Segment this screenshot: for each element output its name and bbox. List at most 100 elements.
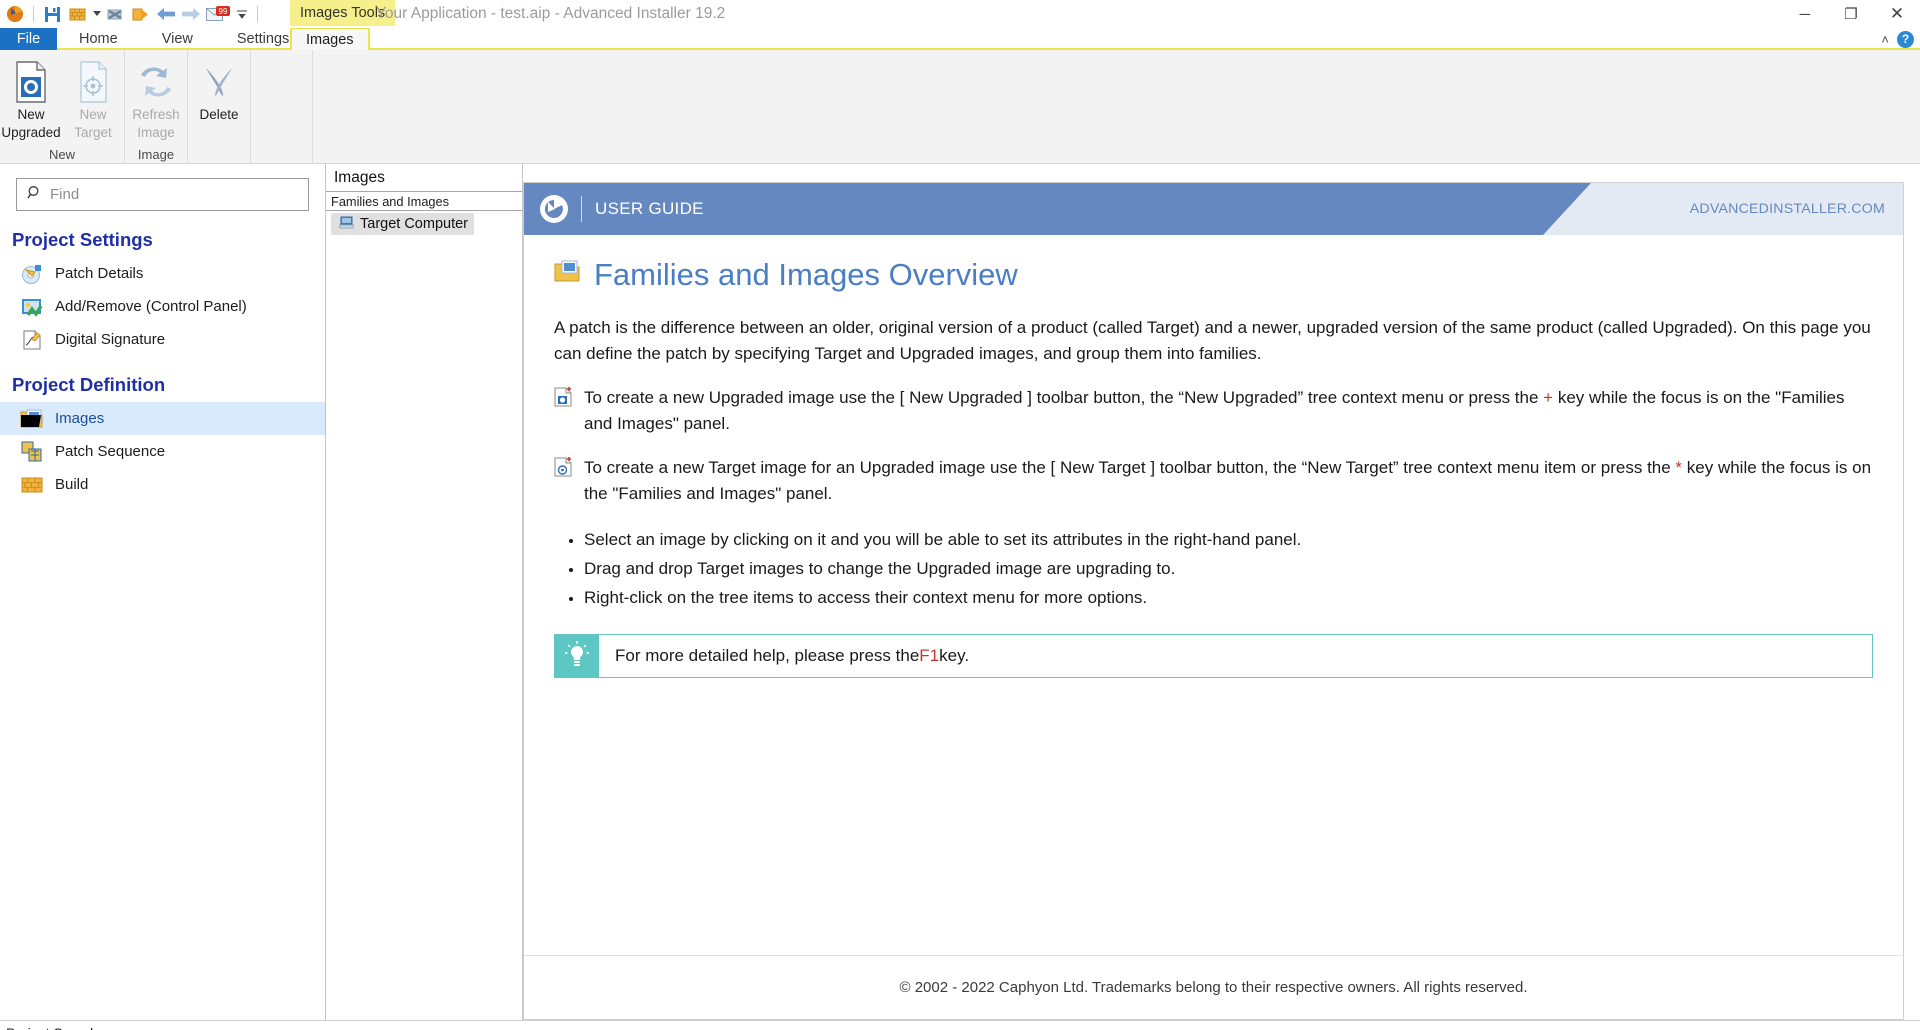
refresh-image-label-line2: Image bbox=[137, 125, 175, 140]
p2-part-a: To create a new Upgraded image use the [… bbox=[584, 388, 1544, 407]
find-placeholder: Find bbox=[50, 186, 80, 203]
help-icon[interactable]: ? bbox=[1897, 30, 1914, 48]
new-target-label-line2: Target bbox=[74, 125, 112, 140]
refresh-image-label-line1: Refresh bbox=[132, 107, 180, 122]
build-icon bbox=[20, 473, 44, 497]
add-remove-icon bbox=[20, 295, 44, 319]
build-icon[interactable] bbox=[66, 3, 88, 25]
advanced-installer-logo-icon bbox=[540, 195, 568, 223]
tree-item-target-computer[interactable]: Target Computer bbox=[331, 213, 474, 235]
computer-icon bbox=[338, 216, 355, 233]
run-icon[interactable] bbox=[130, 3, 152, 25]
delete-icon bbox=[199, 60, 239, 104]
sidebar-item-add-remove[interactable]: Add/Remove (Control Panel) bbox=[0, 290, 325, 323]
banner-title: USER GUIDE bbox=[595, 199, 704, 218]
collapse-ribbon-icon[interactable]: ˄ bbox=[1881, 32, 1889, 47]
sidebar-item-build[interactable]: Build bbox=[0, 468, 325, 501]
nav-section-project-definition: Project Definition bbox=[12, 374, 166, 395]
guide-bullet-item: Drag and drop Target images to change th… bbox=[584, 554, 1873, 583]
guide-paragraph-2: To create a new Upgraded image use the [… bbox=[554, 385, 1873, 437]
close-button[interactable]: ✕ bbox=[1874, 0, 1920, 28]
guide-bullet-list: Select an image by clicking on it and yo… bbox=[554, 525, 1873, 612]
status-bar: Project Saved bbox=[0, 1020, 1920, 1030]
nav-section-project-settings: Project Settings bbox=[12, 229, 153, 250]
content-pane: USER GUIDE ADVANCEDINSTALLER.COM Familie… bbox=[523, 164, 1920, 1020]
guide-bullet-item: Right-click on the tree items to access … bbox=[584, 583, 1873, 612]
guide-paragraph-3: To create a new Target image for an Upgr… bbox=[554, 455, 1873, 507]
guide-paragraph-1: A patch is the difference between an old… bbox=[554, 318, 1871, 363]
delete-label-line1: Delete bbox=[199, 107, 239, 122]
p3-part-a: To create a new Target image for an Upgr… bbox=[584, 458, 1676, 477]
user-guide-panel: USER GUIDE ADVANCEDINSTALLER.COM Familie… bbox=[523, 182, 1904, 1020]
delete-button[interactable]: Delete bbox=[188, 56, 250, 125]
title-bar: 99 Images Tools Your Application - test.… bbox=[0, 0, 1920, 28]
tree-panel-title: Images bbox=[326, 164, 522, 191]
p2-key: + bbox=[1543, 388, 1554, 407]
save-icon[interactable] bbox=[41, 3, 63, 25]
search-icon bbox=[27, 185, 42, 205]
guide-bullet-item: Select an image by clicking on it and yo… bbox=[584, 525, 1873, 554]
notifications-icon[interactable]: 99 bbox=[205, 3, 231, 25]
sidebar-item-label: Add/Remove (Control Panel) bbox=[55, 298, 247, 315]
minimize-button[interactable]: ─ bbox=[1782, 0, 1828, 28]
user-guide-body: Families and Images Overview A patch is … bbox=[524, 235, 1903, 955]
user-guide-banner: USER GUIDE ADVANCEDINSTALLER.COM bbox=[524, 183, 1903, 235]
sidebar-item-label: Digital Signature bbox=[55, 331, 166, 348]
new-target-inline-icon bbox=[554, 457, 572, 485]
build-dropdown-icon[interactable] bbox=[91, 3, 102, 25]
svg-text:99: 99 bbox=[219, 7, 228, 16]
tip-part-b: key. bbox=[939, 646, 970, 665]
guide-paragraph-3-text: To create a new Target image for an Upgr… bbox=[584, 455, 1873, 507]
ribbon-group-new: New Upgraded New Target New bbox=[0, 50, 125, 164]
families-images-heading-icon bbox=[554, 257, 580, 293]
sidebar-item-patch-details[interactable]: Patch Details bbox=[0, 257, 325, 290]
ribbon-group-delete-label bbox=[188, 146, 250, 164]
banner-website-label: ADVANCEDINSTALLER.COM bbox=[1689, 201, 1885, 217]
forward-icon[interactable] bbox=[180, 3, 202, 25]
sidebar-item-images[interactable]: Images bbox=[0, 402, 325, 435]
ribbon-group-spacer-label bbox=[251, 146, 312, 164]
find-input[interactable]: Find bbox=[16, 178, 309, 211]
new-upgraded-label-line2: Upgraded bbox=[1, 125, 61, 140]
new-upgraded-inline-icon bbox=[554, 387, 572, 415]
guide-paragraph-2-text: To create a new Upgraded image use the [… bbox=[584, 385, 1873, 437]
new-upgraded-button[interactable]: New Upgraded bbox=[0, 56, 62, 140]
page-title: Families and Images Overview bbox=[594, 257, 1018, 292]
app-logo-icon[interactable] bbox=[4, 3, 26, 25]
quick-access-toolbar: 99 bbox=[0, 0, 262, 28]
refresh-image-button[interactable]: Refresh Image bbox=[125, 56, 187, 140]
tree-body[interactable]: Target Computer bbox=[326, 211, 522, 1020]
tree-item-label: Target Computer bbox=[360, 216, 468, 232]
tip-key: F1 bbox=[919, 646, 940, 665]
tip-box: For more detailed help, please press the… bbox=[554, 634, 1873, 678]
window-buttons: ─ ❐ ✕ bbox=[1782, 0, 1920, 28]
banner-website[interactable]: ADVANCEDINSTALLER.COM bbox=[1543, 183, 1903, 235]
tree-column-header[interactable]: Families and Images bbox=[326, 191, 522, 211]
tab-images[interactable]: Images bbox=[290, 28, 370, 50]
customize-qat-icon[interactable] bbox=[234, 3, 250, 25]
sidebar-item-label: Patch Details bbox=[55, 265, 144, 282]
ribbon-group-new-label: New bbox=[48, 147, 75, 162]
window-title: Your Application - test.aip - Advanced I… bbox=[376, 5, 726, 22]
stop-build-icon[interactable] bbox=[105, 3, 127, 25]
ribbon-group-delete: Delete bbox=[188, 50, 251, 164]
guide-footer: © 2002 - 2022 Caphyon Ltd. Trademarks be… bbox=[524, 955, 1903, 1019]
maximize-button[interactable]: ❐ bbox=[1828, 0, 1874, 28]
guide-heading-row: Families and Images Overview bbox=[554, 257, 1873, 293]
new-target-button[interactable]: New Target bbox=[62, 56, 124, 140]
ribbon-tab-strip: File Home View Settings Images ˄ ? bbox=[0, 28, 1920, 50]
lightbulb-icon bbox=[555, 635, 599, 677]
ribbon: New Upgraded New Target New Refresh Imag… bbox=[0, 50, 1920, 164]
sidebar-item-label: Images bbox=[55, 410, 105, 427]
sidebar-item-patch-sequence[interactable]: Patch Sequence bbox=[0, 435, 325, 468]
status-text: Project Saved bbox=[6, 1025, 93, 1030]
tab-view[interactable]: View bbox=[140, 28, 215, 50]
back-icon[interactable] bbox=[155, 3, 177, 25]
sidebar-item-digital-signature[interactable]: Digital Signature bbox=[0, 323, 325, 356]
patch-sequence-icon bbox=[20, 440, 44, 464]
images-folder-icon bbox=[20, 407, 44, 431]
tip-text: For more detailed help, please press the… bbox=[599, 635, 969, 677]
qat-divider-1 bbox=[33, 6, 34, 22]
tab-home[interactable]: Home bbox=[57, 28, 140, 50]
tab-file[interactable]: File bbox=[0, 28, 57, 50]
